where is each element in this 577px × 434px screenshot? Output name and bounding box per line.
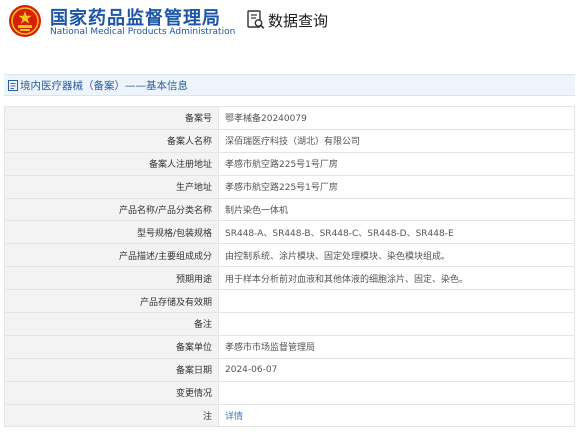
table-row: 备案人注册地址 孝感市航空路225号1号厂房: [4, 151, 575, 176]
field-value: 制片染色一体机: [218, 197, 575, 222]
org-name-en: National Medical Products Administration: [50, 27, 236, 37]
field-label: 型号规格/包装规格: [4, 220, 219, 245]
field-value: 孝感市航空路225号1号厂房: [218, 151, 575, 176]
field-value: 由控制系统、涂片模块、固定处理模块、染色模块组成。: [218, 243, 575, 268]
field-value: [218, 289, 575, 314]
field-value: 孝感市市场监督管理局: [218, 334, 575, 359]
field-value: 详情: [218, 403, 575, 428]
field-label: 产品名称/产品分类名称: [4, 197, 219, 222]
site-header: 国家药品监督管理局 National Medical Products Admi…: [0, 0, 577, 48]
field-value: [218, 312, 575, 336]
field-label: 备案单位: [4, 334, 219, 359]
field-value: 鄂孝械备20240079: [218, 106, 575, 130]
field-label: 备案号: [4, 106, 219, 130]
field-label: 产品存储及有效期: [4, 289, 219, 314]
table-row: 型号规格/包装规格 SR448-A、SR448-B、SR448-C、SR448-D…: [4, 220, 575, 245]
field-value: 用于样本分析前对血液和其他体液的细胞涂片、固定、染色。: [218, 266, 575, 291]
table-row: 生产地址 孝感市航空路225号1号厂房: [4, 174, 575, 199]
field-value: 2024-06-07: [218, 357, 575, 382]
field-value: 深佰瑞医疗科技（湖北）有限公司: [218, 128, 575, 153]
detail-table: 备案号 鄂孝械备20240079 备案人名称 深佰瑞医疗科技（湖北）有限公司 备案人注册…: [4, 106, 575, 428]
section-title-bar: 境内医疗器械（备案）——基本信息: [4, 74, 575, 96]
field-label: 预期用途: [4, 266, 219, 291]
field-label: 注: [4, 403, 219, 428]
table-row: 预期用途 用于样本分析前对血液和其他体液的细胞涂片、固定、染色。: [4, 266, 575, 291]
document-icon: [8, 80, 18, 91]
field-label: 生产地址: [4, 174, 219, 199]
table-row: 产品描述/主要组成成分 由控制系统、涂片模块、固定处理模块、染色模块组成。: [4, 243, 575, 268]
field-value: [218, 380, 575, 405]
field-label: 备案日期: [4, 357, 219, 382]
field-label: 产品描述/主要组成成分: [4, 243, 219, 268]
data-query-label[interactable]: 数据查询: [268, 10, 328, 31]
national-emblem-icon: [9, 5, 41, 37]
field-label: 变更情况: [4, 380, 219, 405]
table-row: 备注: [4, 312, 575, 336]
table-row: 备案日期 2024-06-07: [4, 357, 575, 382]
data-query-icon: [247, 10, 265, 29]
table-row: 备案人名称 深佰瑞医疗科技（湖北）有限公司: [4, 128, 575, 153]
field-label: 备案人注册地址: [4, 151, 219, 176]
table-row: 变更情况: [4, 380, 575, 405]
section-title: 境内医疗器械（备案）——基本信息: [20, 80, 188, 92]
table-row: 注详情: [4, 403, 575, 428]
field-value: 孝感市航空路225号1号厂房: [218, 174, 575, 199]
table-row: 产品存储及有效期: [4, 289, 575, 314]
details-link[interactable]: 详情: [225, 412, 243, 422]
field-value: SR448-A、SR448-B、SR448-C、SR448-D、SR448-E: [218, 220, 575, 245]
table-row: 备案单位 孝感市市场监督管理局: [4, 334, 575, 359]
field-label: 备注: [4, 312, 219, 336]
field-label: 备案人名称: [4, 128, 219, 153]
table-row: 备案号 鄂孝械备20240079: [4, 106, 575, 130]
table-row: 产品名称/产品分类名称 制片染色一体机: [4, 197, 575, 222]
